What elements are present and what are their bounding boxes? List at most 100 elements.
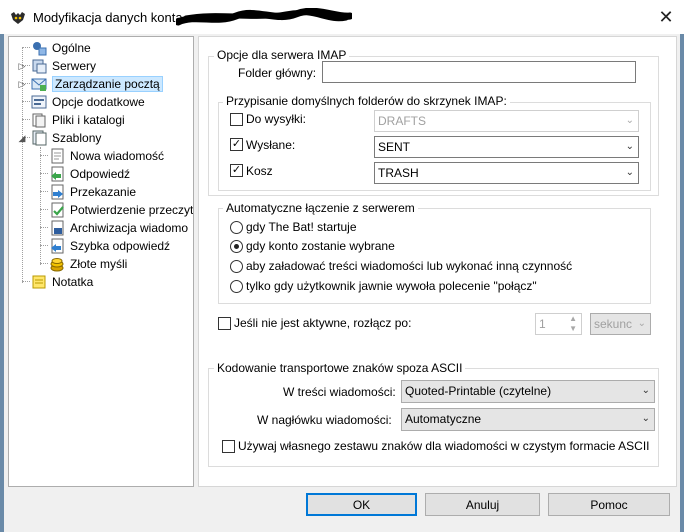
tree-item-additional-options[interactable]: Opcje dodatkowe	[31, 93, 145, 111]
close-button[interactable]: ✕	[652, 4, 680, 30]
default-folders-title: Przypisanie domyślnych folderów do skrzy…	[223, 94, 510, 108]
ok-button[interactable]: OK	[306, 493, 417, 516]
archive-template-icon	[49, 220, 65, 236]
body-encoding-label: W treści wiadomości:	[283, 385, 396, 399]
tree-guide-line	[22, 119, 30, 120]
chevron-down-icon: ⌄	[625, 115, 634, 126]
tree-item-golden-thoughts[interactable]: Złote myśli	[49, 255, 127, 273]
body-encoding-value: Quoted-Printable (czytelne)	[405, 384, 552, 398]
disconnect-unit-value: sekunc	[594, 317, 633, 331]
root-folder-input[interactable]	[322, 61, 636, 83]
connect-option-radio-1[interactable]	[230, 240, 243, 253]
trash-label: Kosz	[246, 164, 273, 178]
help-button[interactable]: Pomoc	[548, 493, 670, 516]
expand-chevron-icon[interactable]: ▷	[17, 79, 27, 89]
servers-icon	[31, 58, 47, 74]
note-icon	[31, 274, 47, 290]
tree-item-files-folders[interactable]: Pliki i katalogi	[31, 111, 125, 129]
disconnect-timeout-spinner: 1 ▲ ▼	[535, 313, 582, 335]
cancel-button[interactable]: Anuluj	[425, 493, 540, 516]
header-encoding-select[interactable]: Automatyczne ⌄	[401, 408, 655, 431]
chevron-down-icon: ⌄	[641, 413, 650, 424]
tree-item-label: Odpowiedź	[70, 167, 131, 181]
tree-item-label: Szablony	[52, 131, 102, 145]
settings-tree[interactable]: ▷ ▷ ◢ Ogólne Serwery Zarządzanie pocztą …	[8, 36, 194, 487]
tree-item-label: Notatka	[52, 275, 94, 289]
auto-connect-title: Automatyczne łączenie z serwerem	[223, 201, 418, 215]
tree-item-archive[interactable]: Archiwizacja wiadomo	[49, 219, 188, 237]
trash-folder-value: TRASH	[378, 166, 419, 180]
connect-option-radio-2[interactable]	[230, 260, 243, 273]
tree-item-servers[interactable]: Serwery	[31, 57, 96, 75]
own-charset-checkbox[interactable]	[222, 440, 235, 453]
window-title: Modyfikacja danych konta -	[33, 10, 191, 25]
trash-folder-select[interactable]: TRASH ⌄	[374, 162, 639, 184]
disconnect-timeout-value: 1	[539, 317, 546, 331]
tree-item-note[interactable]: Notatka	[31, 273, 93, 291]
general-settings-icon	[31, 40, 47, 56]
tree-item-label: Nowa wiadomość	[70, 149, 165, 163]
trash-checkbox[interactable]: ✓	[230, 164, 243, 177]
tree-item-read-confirmation[interactable]: Potwierdzenie przeczyt	[49, 201, 193, 219]
tree-guide-line	[22, 47, 30, 48]
disconnect-checkbox[interactable]	[218, 317, 231, 330]
disconnect-unit-select: sekunc ⌄	[590, 313, 651, 335]
chevron-down-icon: ⌄	[641, 385, 650, 396]
encoding-title: Kodowanie transportowe znaków spoza ASCI…	[214, 361, 466, 375]
tree-item-quick-reply[interactable]: Szybka odpowiedź	[49, 237, 170, 255]
tree-item-label: Pliki i katalogi	[52, 113, 125, 127]
disconnect-label: Jeśli nie jest aktywne, rozłącz po:	[234, 316, 412, 330]
connect-option-label: gdy The Bat! startuje	[246, 220, 357, 234]
mail-management-icon	[31, 76, 47, 92]
background-window-edge	[0, 34, 4, 532]
own-charset-label: Używaj własnego zestawu znaków dla wiado…	[238, 439, 650, 453]
sent-label: Wysłane:	[246, 138, 296, 152]
sent-checkbox[interactable]: ✓	[230, 138, 243, 151]
tree-item-label: Zarządzanie pocztą	[52, 76, 163, 92]
header-encoding-label: W nagłówku wiadomości:	[257, 413, 392, 427]
read-confirmation-icon	[49, 202, 65, 218]
connect-option-radio-3[interactable]	[230, 280, 243, 293]
tree-item-mail-management[interactable]: Zarządzanie pocztą	[31, 75, 163, 93]
settings-pane: Opcje dla serwera IMAP Folder główny: Pr…	[198, 36, 677, 487]
tree-guide-line	[40, 245, 48, 246]
tree-guide-line	[40, 209, 48, 210]
tree-guide-line	[40, 173, 48, 174]
tree-item-new-message[interactable]: Nowa wiadomość	[49, 147, 164, 165]
forward-template-icon	[49, 184, 65, 200]
tree-item-general[interactable]: Ogólne	[31, 39, 91, 57]
tree-guide-line	[40, 191, 48, 192]
connect-option-label: gdy konto zostanie wybrane	[246, 239, 395, 253]
outbox-folder-value: DRAFTS	[378, 114, 426, 128]
tree-item-label: Ogólne	[52, 41, 91, 55]
sent-folder-select[interactable]: SENT ⌄	[374, 136, 639, 158]
connect-option-label: tylko gdy użytkownik jawnie wywoła polec…	[246, 279, 537, 293]
tree-guide-line	[22, 281, 30, 282]
tree-item-label: Szybka odpowiedź	[70, 239, 171, 253]
connect-option-label: aby załadować treści wiadomości lub wyko…	[246, 259, 573, 273]
tree-item-label: Serwery	[52, 59, 97, 73]
connect-option-radio-0[interactable]	[230, 221, 243, 234]
outbox-folder-select: DRAFTS ⌄	[374, 110, 639, 132]
chevron-down-icon: ⌄	[625, 141, 634, 152]
collapse-chevron-icon[interactable]: ◢	[17, 133, 27, 143]
coins-icon	[49, 256, 65, 272]
close-icon: ✕	[658, 6, 674, 27]
outbox-label: Do wysyłki:	[246, 112, 307, 126]
tree-item-templates[interactable]: Szablony	[31, 129, 101, 147]
tree-item-reply[interactable]: Odpowiedź	[49, 165, 130, 183]
quick-reply-icon	[49, 238, 65, 254]
reply-template-icon	[49, 166, 65, 182]
expand-chevron-icon[interactable]: ▷	[17, 61, 27, 71]
tree-item-label: Złote myśli	[70, 257, 128, 271]
body-encoding-select[interactable]: Quoted-Printable (czytelne) ⌄	[401, 380, 655, 403]
tree-item-forward[interactable]: Przekazanie	[49, 183, 136, 201]
outbox-checkbox[interactable]	[230, 113, 243, 126]
tree-guide-line	[40, 155, 48, 156]
sent-folder-value: SENT	[378, 140, 411, 154]
tree-item-label: Archiwizacja wiadomo	[70, 221, 189, 235]
header-encoding-value: Automatyczne	[405, 412, 482, 426]
tree-item-label: Opcje dodatkowe	[52, 95, 145, 109]
additional-options-icon	[31, 94, 47, 110]
spinner-down-icon: ▼	[569, 324, 577, 333]
